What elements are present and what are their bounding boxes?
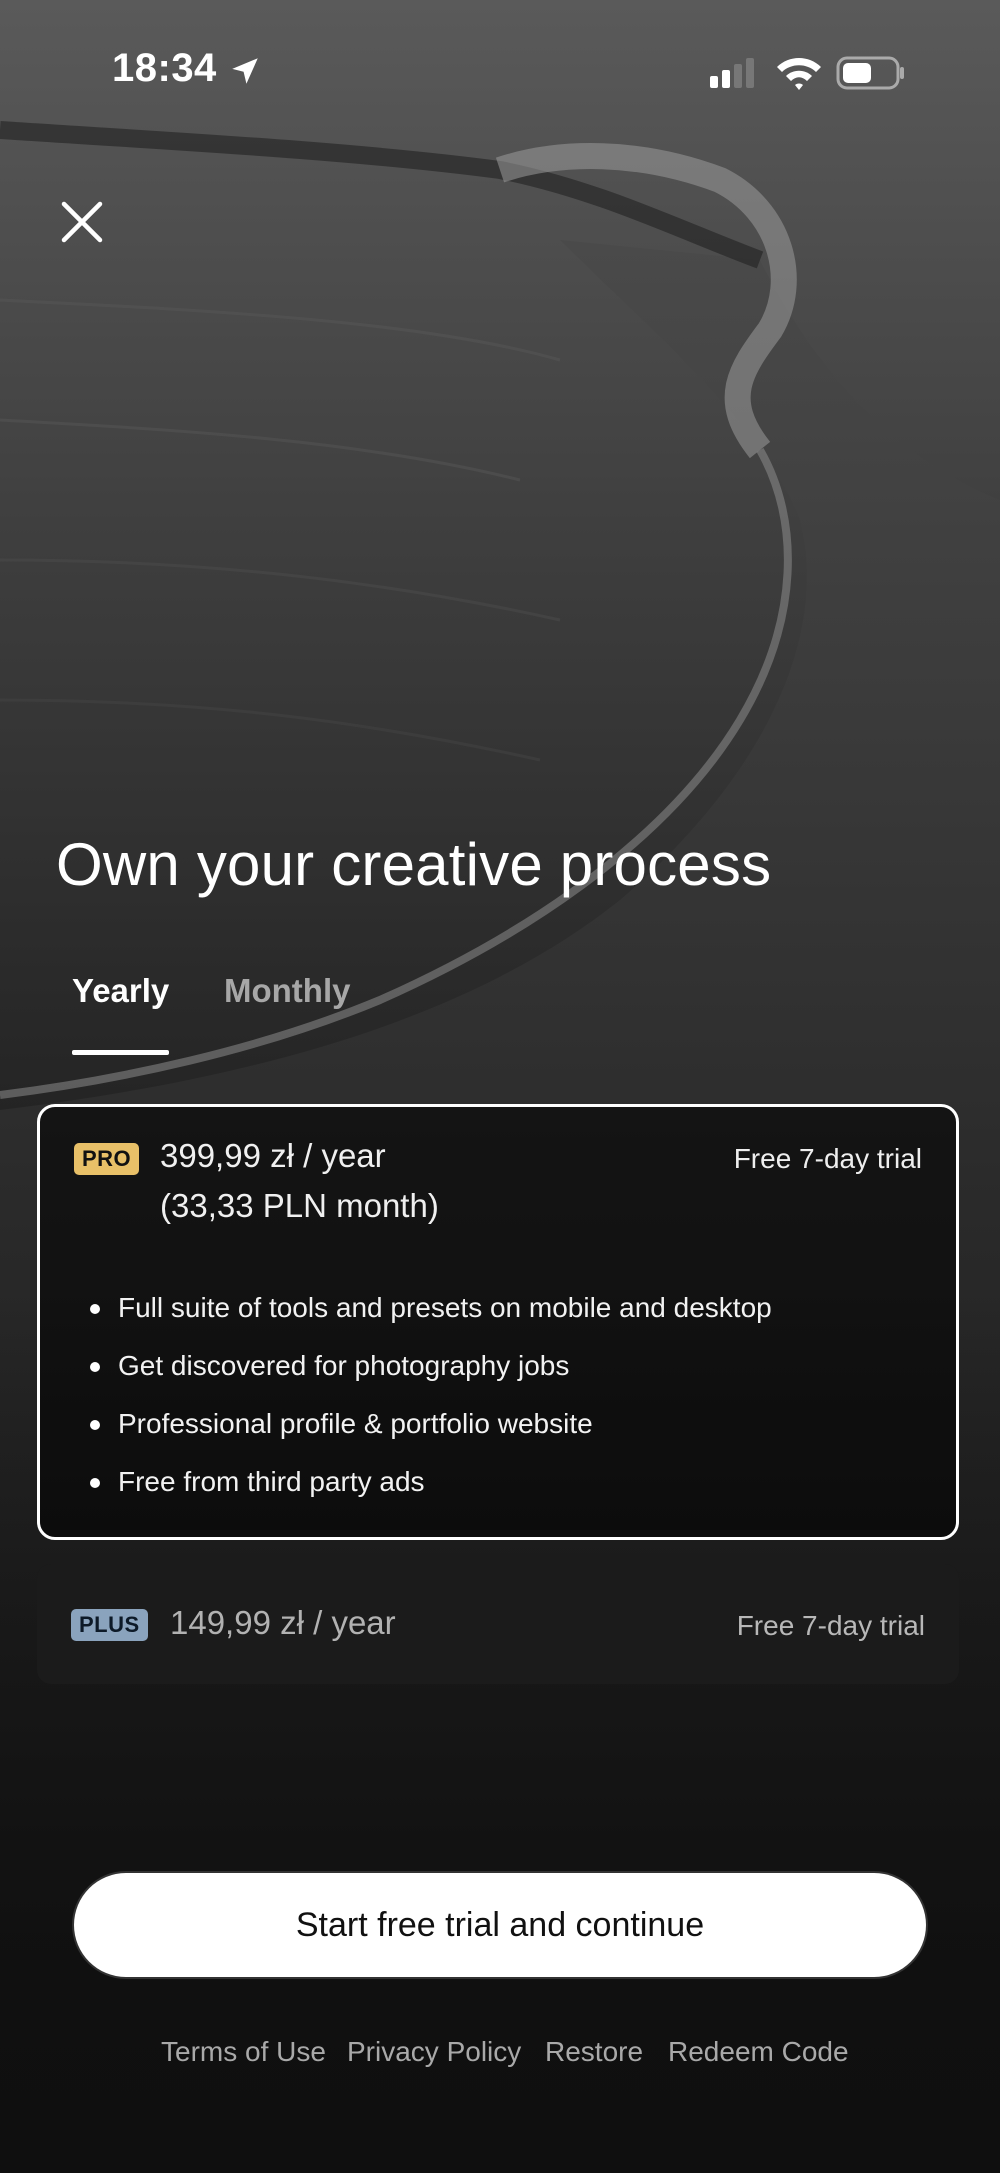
page-title: Own your creative process (56, 831, 772, 898)
pro-feature-list: Full suite of tools and presets on mobil… (74, 1279, 772, 1511)
tab-yearly[interactable]: Yearly (72, 972, 169, 1010)
pro-price-monthly: (33,33 PLN month) (160, 1187, 439, 1224)
pro-trial-label: Free 7-day trial (733, 1143, 922, 1174)
battery-icon (836, 56, 904, 90)
bullet-icon (90, 1420, 100, 1430)
redeem-code-link[interactable]: Redeem Code (668, 2036, 849, 2068)
bullet-icon (90, 1304, 100, 1314)
pro-badge: PRO (74, 1143, 140, 1175)
restore-link[interactable]: Restore (545, 2036, 643, 2068)
feature-item: Free from third party ads (74, 1453, 772, 1511)
plus-badge: PLUS (71, 1609, 148, 1641)
feature-item: Get discovered for photography jobs (74, 1337, 772, 1395)
bullet-icon (90, 1478, 100, 1488)
plus-price: 149,99 zł / year (170, 1604, 396, 1641)
status-time: 18:34 (112, 46, 217, 90)
close-icon[interactable] (56, 196, 108, 248)
start-free-trial-button[interactable]: Start free trial and continue (74, 1873, 926, 1977)
plus-trial-label: Free 7-day trial (736, 1610, 925, 1641)
status-bar: 18:34 (0, 0, 1000, 140)
feature-item: Full suite of tools and presets on mobil… (74, 1279, 772, 1337)
terms-of-use-link[interactable]: Terms of Use (161, 2036, 326, 2068)
pro-price: 399,99 zł / year (160, 1137, 386, 1174)
plan-card-pro[interactable]: PRO 399,99 zł / year (33,33 PLN month) F… (37, 1104, 959, 1540)
ocean-background-image (0, 0, 1000, 2173)
feature-item: Professional profile & portfolio website (74, 1395, 772, 1453)
plan-card-plus[interactable]: PLUS 149,99 zł / year Free 7-day trial (37, 1564, 959, 1684)
privacy-policy-link[interactable]: Privacy Policy (347, 2036, 521, 2068)
billing-period-tabs: Yearly Monthly (72, 960, 672, 1056)
cellular-signal-icon (710, 58, 754, 88)
wifi-icon (777, 58, 821, 90)
footer-links: Terms of Use Privacy Policy Restore Rede… (0, 2036, 1000, 2076)
bullet-icon (90, 1362, 100, 1372)
tab-selected-indicator (72, 1050, 169, 1055)
location-arrow-icon (232, 58, 258, 84)
tab-monthly[interactable]: Monthly (224, 972, 350, 1010)
